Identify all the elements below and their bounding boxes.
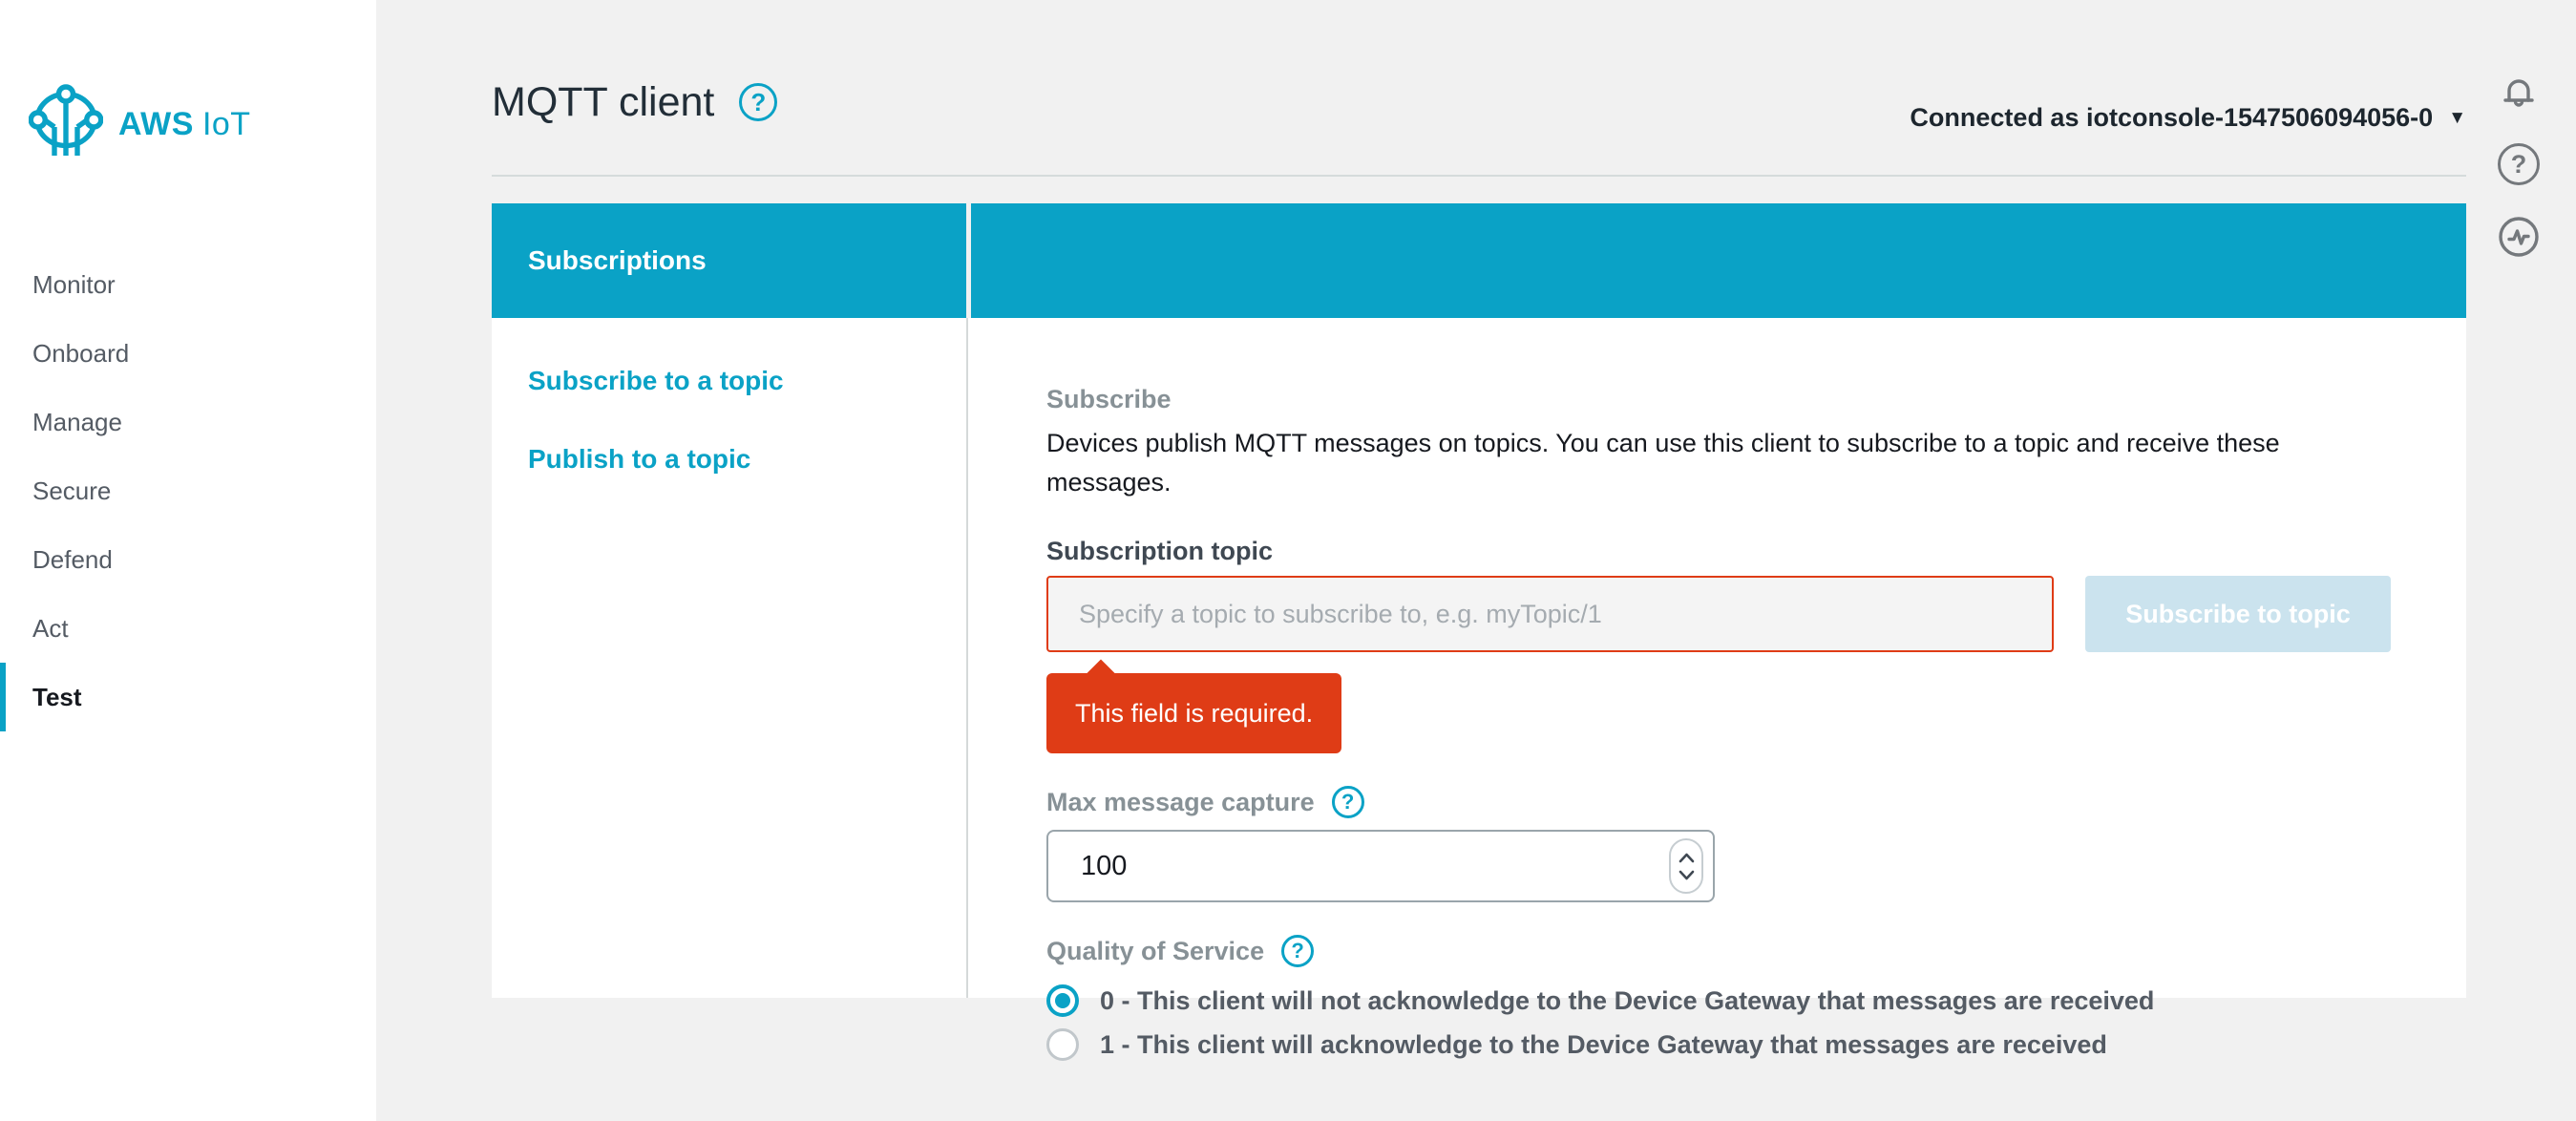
aws-iot-logo[interactable]: AWSIoT — [0, 0, 376, 164]
sidebar-item-manage[interactable]: Manage — [0, 388, 376, 456]
activity-pulse-icon[interactable] — [2496, 214, 2542, 260]
max-message-input-wrap — [1046, 830, 1715, 902]
qos-label-row: Quality of Service ? — [1046, 935, 2405, 967]
sidebar-item-monitor[interactable]: Monitor — [0, 250, 376, 319]
max-message-help-icon[interactable]: ? — [1332, 786, 1364, 818]
chevron-up-icon — [1679, 853, 1695, 863]
sidebar-item-test[interactable]: Test — [0, 663, 376, 731]
sidebar-nav: Monitor Onboard Manage Secure Defend Act… — [0, 250, 376, 731]
qos-option-1-label: 1 - This client will acknowledge to the … — [1100, 1030, 2107, 1060]
notifications-bell-icon[interactable] — [2496, 69, 2542, 115]
subscription-topic-input[interactable] — [1046, 576, 2054, 652]
aws-iot-logo-icon — [29, 84, 103, 164]
aws-iot-console-page: AWSIoT Monitor Onboard Manage Secure Def… — [0, 0, 2576, 1121]
aws-iot-logo-text: AWSIoT — [118, 106, 251, 143]
field-required-error: This field is required. — [1046, 673, 1341, 753]
sidebar-item-defend[interactable]: Defend — [0, 525, 376, 594]
quality-of-service-label: Quality of Service — [1046, 937, 1264, 966]
qos-option-0[interactable]: 0 - This client will not acknowledge to … — [1046, 984, 2405, 1017]
radio-button-qos-1[interactable] — [1046, 1028, 1079, 1061]
mqtt-client-help-icon[interactable]: ? — [739, 83, 777, 121]
max-message-capture-label: Max message capture — [1046, 788, 1315, 817]
card-header: Subscriptions — [492, 203, 2466, 318]
max-message-capture-input[interactable] — [1046, 830, 1715, 902]
subscribe-to-topic-button[interactable]: Subscribe to topic — [2085, 576, 2391, 652]
sidebar-item-act[interactable]: Act — [0, 594, 376, 663]
subscribe-form-panel: Subscribe Devices publish MQTT messages … — [968, 318, 2466, 998]
quantity-stepper[interactable] — [1669, 838, 1703, 894]
topic-input-row: Subscribe to topic — [1046, 576, 2405, 652]
sidebar: AWSIoT Monitor Onboard Manage Secure Def… — [0, 0, 376, 1121]
card-header-fill — [971, 203, 2466, 318]
chevron-down-icon: ▼ — [2448, 108, 2466, 129]
max-message-label-row: Max message capture ? — [1046, 786, 2405, 818]
qos-help-icon[interactable]: ? — [1281, 935, 1314, 967]
card-body: Subscribe to a topic Publish to a topic … — [492, 318, 2466, 998]
qos-option-1[interactable]: 1 - This client will acknowledge to the … — [1046, 1028, 2405, 1061]
connection-status-dropdown[interactable]: Connected as iotconsole-1547506094056-0 … — [1910, 103, 2466, 133]
subscribe-heading: Subscribe — [1046, 385, 2405, 414]
utility-icon-rail: ? — [2496, 69, 2542, 260]
connection-status-label: Connected as iotconsole-1547506094056-0 — [1910, 103, 2433, 133]
subscribe-to-topic-link[interactable]: Subscribe to a topic — [528, 366, 966, 396]
tab-subscriptions[interactable]: Subscriptions — [492, 203, 966, 318]
title-divider — [492, 175, 2466, 177]
sidebar-item-onboard[interactable]: Onboard — [0, 319, 376, 388]
subscription-topic-label: Subscription topic — [1046, 537, 2405, 566]
chevron-down-icon — [1679, 870, 1695, 880]
main-content: MQTT client ? Connected as iotconsole-15… — [376, 0, 2576, 1121]
subscribe-description: Devices publish MQTT messages on topics.… — [1046, 424, 2405, 502]
help-icon[interactable]: ? — [2498, 143, 2540, 185]
radio-button-qos-0[interactable] — [1046, 984, 1079, 1017]
mqtt-client-card: Subscriptions Subscribe to a topic Publi… — [492, 203, 2466, 998]
page-header: MQTT client ? Connected as iotconsole-15… — [492, 78, 2466, 133]
subscriptions-panel: Subscribe to a topic Publish to a topic — [492, 318, 968, 998]
publish-to-topic-link[interactable]: Publish to a topic — [528, 444, 966, 475]
page-title-group: MQTT client ? — [492, 78, 777, 126]
qos-option-0-label: 0 - This client will not acknowledge to … — [1100, 986, 2154, 1016]
sidebar-item-secure[interactable]: Secure — [0, 456, 376, 525]
page-title: MQTT client — [492, 78, 714, 126]
